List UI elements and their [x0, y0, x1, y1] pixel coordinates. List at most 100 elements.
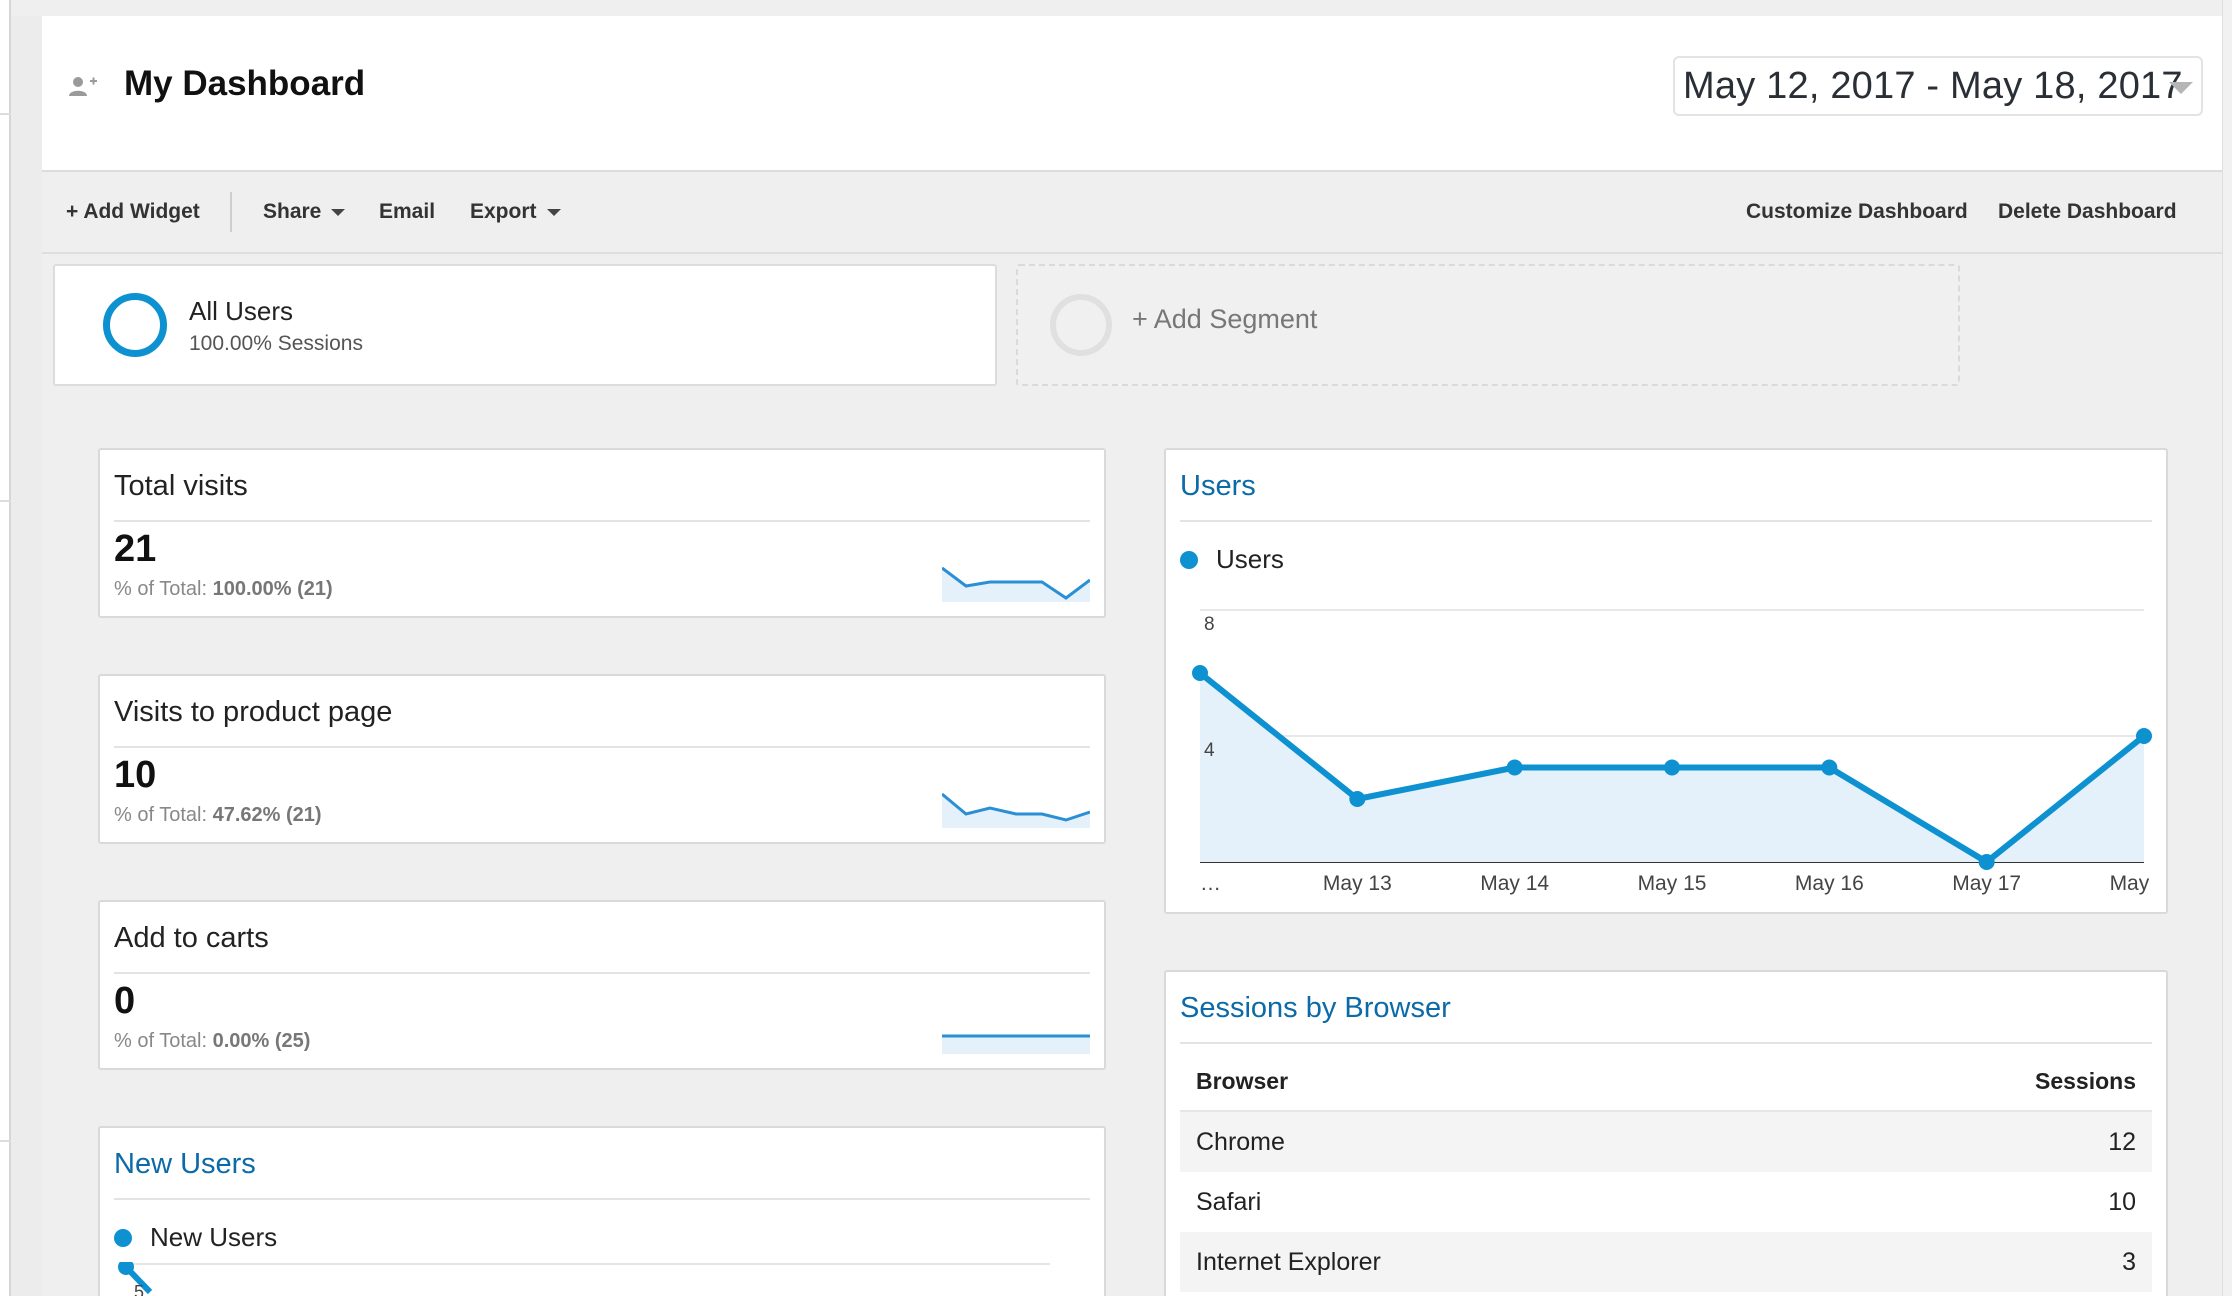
data-point [1978, 854, 1995, 870]
delete-label: Delete Dashboard [1998, 200, 2177, 223]
table-row[interactable]: Safari 10 [1180, 1172, 2152, 1232]
page-title: My Dashboard [124, 64, 366, 103]
delete-dashboard-button[interactable]: Delete Dashboard [1998, 200, 2177, 224]
widget-divider [114, 972, 1090, 974]
top-strip [11, 0, 2232, 16]
segment-name: All Users [189, 296, 294, 326]
add-widget-button[interactable]: + Add Widget [66, 200, 200, 224]
widget-users-chart: Users Users 8 4 … May 13 May 14 May 15 May 16… [1164, 448, 2168, 914]
table-row[interactable]: Chrome 12 [1180, 1112, 2152, 1172]
metric-value: 21 [114, 528, 157, 570]
widget-divider [1180, 1042, 2152, 1044]
sparkline [942, 792, 1090, 828]
column-header-sessions[interactable]: Sessions [2035, 1068, 2136, 1095]
gutter-divider [0, 1140, 11, 1142]
widget-title: Visits to product page [114, 696, 393, 728]
metric-percent: % of Total: 100.00% (21) [114, 578, 333, 601]
gutter-divider [0, 500, 11, 502]
widget-divider [114, 746, 1090, 748]
widget-new-users: New Users New Users 5 [98, 1126, 1106, 1296]
share-button[interactable]: Share [263, 200, 346, 224]
new-users-chart: 5 [118, 1262, 1050, 1296]
add-person-icon[interactable] [68, 74, 98, 100]
metric-percent: % of Total: 0.00% (25) [114, 1030, 310, 1053]
x-tick-label: May 15 [1638, 872, 1707, 895]
customize-label: Customize Dashboard [1746, 200, 1968, 223]
empty-segment-ring-icon [1050, 294, 1112, 356]
segment-all-users[interactable]: All Users 100.00% Sessions [53, 264, 997, 386]
widget-sessions-by-browser: Sessions by Browser Browser Sessions Chr… [1164, 970, 2168, 1296]
widget-divider [114, 1198, 1090, 1200]
widget-add-to-carts: Add to carts 0 % of Total: 0.00% (25) [98, 900, 1106, 1070]
widget-divider [1180, 520, 2152, 522]
cell-browser: Safari [1196, 1187, 1262, 1216]
share-label: Share [263, 200, 322, 223]
dashboard-header: My Dashboard May 12, 2017 - May 18, 2017 [42, 16, 2222, 172]
percent-label: % of Total: [114, 804, 208, 826]
cell-sessions: 3 [2122, 1247, 2136, 1276]
legend-label: Users [1216, 544, 1284, 574]
widget-title: Add to carts [114, 922, 269, 954]
left-gutter [0, 0, 11, 1296]
widget-title-link[interactable]: Sessions by Browser [1180, 992, 1451, 1025]
toolbar-divider [230, 192, 232, 232]
widget-divider [114, 520, 1090, 522]
y-tick-label: 5 [134, 1282, 144, 1296]
segment-ring-icon [103, 293, 167, 357]
cell-sessions: 10 [2108, 1187, 2136, 1216]
browser-table: Browser Sessions Chrome 12 Safari 10 Int… [1180, 1052, 2152, 1292]
caret-down-icon [546, 208, 561, 216]
cell-sessions: 12 [2108, 1127, 2136, 1156]
users-line-chart: 8 4 … May 13 May 14 May 15 May 16 May 17 May 18 [1192, 609, 2156, 895]
export-label: Export [470, 200, 537, 223]
data-point [1349, 791, 1366, 807]
gutter-divider [0, 113, 11, 115]
segment-sessions: 100.00% Sessions [189, 332, 363, 355]
legend-dot [1180, 550, 1198, 569]
data-point [1664, 759, 1680, 776]
caret-down-icon [331, 208, 346, 216]
sparkline [942, 566, 1090, 602]
cell-browser: Internet Explorer [1196, 1247, 1381, 1276]
percent-value: 100.00% (21) [212, 578, 333, 600]
chart-legend: Users [1180, 544, 1284, 575]
x-tick-label: May 18 [2110, 872, 2156, 895]
percent-label: % of Total: [114, 1030, 208, 1052]
scrollbar[interactable] [2222, 0, 2232, 1296]
x-tick-label: … [1200, 872, 1221, 895]
legend-dot [114, 1228, 132, 1247]
metric-value: 0 [114, 980, 136, 1022]
dashboard-toolbar: + Add Widget Share Email Export Customiz… [42, 174, 2222, 254]
y-tick-label: 4 [1204, 740, 1215, 761]
percent-value: 47.62% (21) [212, 804, 322, 826]
add-segment-label: + Add Segment [1132, 304, 1318, 334]
table-body: Chrome 12 Safari 10 Internet Explorer 3 [1180, 1112, 2152, 1292]
data-point [2136, 728, 2152, 744]
export-button[interactable]: Export [470, 200, 561, 224]
cell-browser: Chrome [1196, 1127, 1285, 1156]
metric-value: 10 [114, 754, 157, 796]
column-header-browser[interactable]: Browser [1196, 1068, 1288, 1095]
data-point [1192, 665, 1208, 681]
add-widget-label: + Add Widget [66, 200, 200, 223]
y-tick-label: 8 [1204, 614, 1215, 635]
table-header: Browser Sessions [1180, 1052, 2152, 1112]
date-range-text: May 12, 2017 - May 18, 2017 [1683, 64, 2183, 107]
date-range-picker[interactable]: May 12, 2017 - May 18, 2017 [1673, 56, 2203, 116]
email-label: Email [379, 200, 436, 223]
dashboard: My Dashboard May 12, 2017 - May 18, 2017… [42, 16, 2222, 1296]
legend-label: New Users [150, 1222, 278, 1252]
email-button[interactable]: Email [379, 200, 435, 224]
x-tick-label: May 14 [1480, 872, 1549, 895]
add-segment-button[interactable]: + Add Segment [1016, 264, 1960, 386]
chevron-down-icon [2169, 82, 2193, 94]
widget-title-link[interactable]: New Users [114, 1148, 256, 1181]
widget-title-link[interactable]: Users [1180, 470, 1256, 503]
table-row[interactable]: Internet Explorer 3 [1180, 1232, 2152, 1292]
data-point [1506, 759, 1523, 776]
customize-dashboard-button[interactable]: Customize Dashboard [1746, 200, 1968, 224]
percent-value: 0.00% (25) [212, 1030, 311, 1052]
data-point [1821, 759, 1838, 776]
widget-title: Total visits [114, 470, 248, 502]
sparkline [942, 1034, 1090, 1054]
